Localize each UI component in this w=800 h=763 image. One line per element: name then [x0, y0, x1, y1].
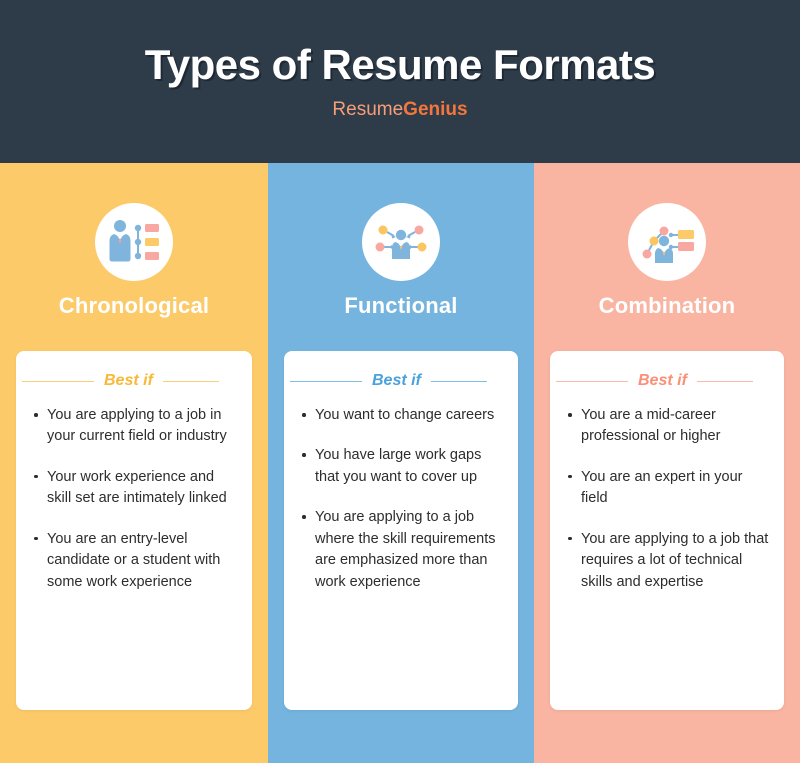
list-item: You are applying to a job that requires … — [566, 529, 770, 593]
list-item: You have large work gaps that you want t… — [300, 445, 504, 488]
bullet-list-combination: You are a mid-career professional or hig… — [550, 405, 784, 593]
card-chronological: Best if You are applying to a job in you… — [16, 351, 252, 710]
best-if-rule-right — [162, 380, 219, 382]
column-title-chronological: Chronological — [58, 293, 210, 318]
best-if-rule-left — [556, 380, 628, 382]
person-network-timeline-icon — [628, 203, 706, 281]
best-if-rule-right — [430, 380, 487, 382]
brand-logo-genius: Genius — [403, 99, 468, 120]
bullet-list-functional: You want to change careers You have larg… — [284, 405, 518, 593]
best-if-label: Best if — [372, 372, 421, 389]
column-functional: Functional Best if You want to change ca… — [268, 163, 534, 763]
list-item: You are an entry-level candidate or a st… — [32, 529, 238, 593]
best-if-label: Best if — [638, 372, 687, 389]
column-chronological: Chronological Best if You are applying t… — [0, 163, 268, 763]
best-if-rule-left — [290, 380, 362, 382]
page-title: Types of Resume Formats — [144, 41, 656, 88]
list-item: You are an expert in your field — [566, 467, 770, 510]
infographic-root: Types of Resume Formats ResumeGenius Chr… — [0, 0, 800, 763]
column-title-combination: Combination — [598, 293, 736, 318]
best-if-rule-right — [696, 380, 753, 382]
column-title-functional: Functional — [344, 293, 458, 318]
format-columns: Chronological Best if You are applying t… — [0, 163, 800, 763]
list-item: You are applying to a job in your curren… — [32, 405, 238, 448]
person-timeline-icon — [95, 203, 173, 281]
list-item: You are a mid-career professional or hig… — [566, 405, 770, 448]
card-combination: Best if You are a mid-career professiona… — [550, 351, 784, 710]
best-if-divider: Best if — [550, 373, 784, 389]
brand-logo-resume: Resume — [332, 99, 404, 120]
list-item: You want to change careers — [300, 405, 504, 426]
best-if-divider: Best if — [16, 373, 252, 389]
best-if-divider: Best if — [284, 373, 518, 389]
card-functional: Best if You want to change careers You h… — [284, 351, 518, 710]
list-item: You are applying to a job where the skil… — [300, 507, 504, 593]
best-if-rule-left — [22, 380, 94, 382]
header-banner: Types of Resume Formats ResumeGenius — [0, 0, 800, 163]
list-item: Your work experience and skill set are i… — [32, 467, 238, 510]
best-if-label: Best if — [104, 372, 153, 389]
person-skills-network-icon — [362, 203, 440, 281]
bullet-list-chronological: You are applying to a job in your curren… — [16, 405, 252, 593]
column-combination: Combination Best if You are a mid-career… — [534, 163, 800, 763]
brand-logo: ResumeGenius — [332, 100, 467, 119]
